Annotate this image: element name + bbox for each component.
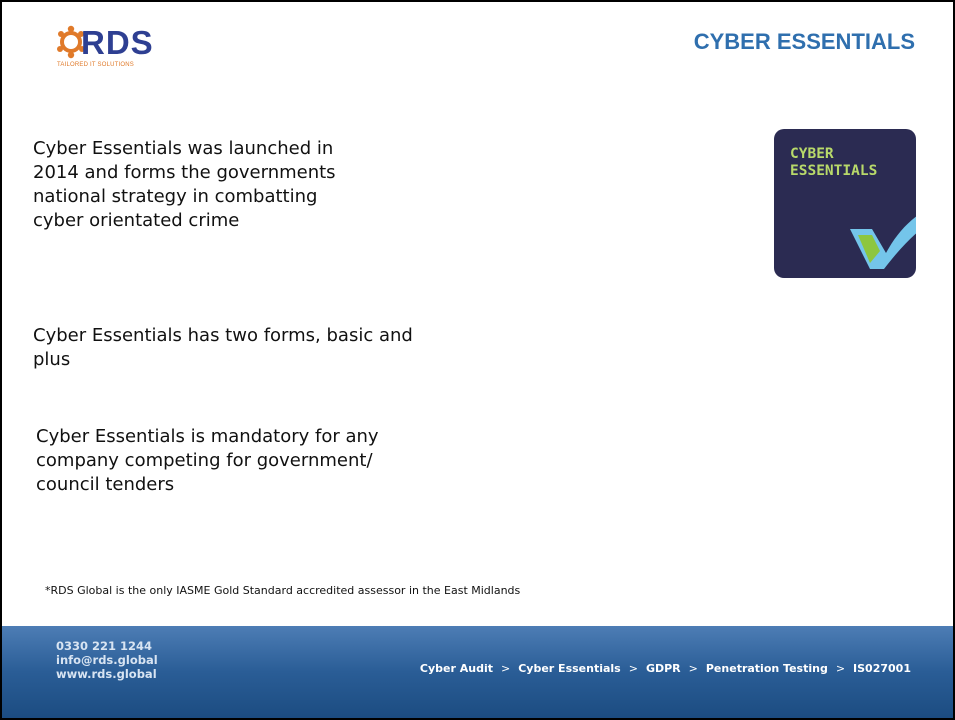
footnote: *RDS Global is the only IASME Gold Stand… [45, 584, 521, 597]
services-breadcrumb: Cyber Audit > Cyber Essentials > GDPR > … [420, 662, 911, 675]
badge-line-1: CYBER [790, 146, 834, 162]
paragraph-launch: Cyber Essentials was launched in 2014 an… [33, 138, 336, 231]
footer-bar: 0330 221 1244 info@rds.global www.rds.gl… [2, 626, 953, 718]
badge-line-2: ESSENTIALS [790, 163, 877, 179]
service-cyber-essentials[interactable]: Cyber Essentials [518, 662, 621, 675]
page-title: CYBER ESSENTIALS [693, 29, 915, 54]
breadcrumb-separator: > [688, 662, 698, 675]
service-cyber-audit[interactable]: Cyber Audit [420, 662, 493, 675]
slide: RDS TAILORED IT SOLUTIONS CYBER ESSENTIA… [0, 0, 955, 720]
paragraph-forms: Cyber Essentials has two forms, basic an… [33, 325, 413, 370]
rds-logo: RDS TAILORED IT SOLUTIONS [54, 22, 194, 70]
logo-wordmark: RDS [81, 24, 154, 61]
contact-phone: 0330 221 1244 [56, 639, 153, 653]
contact-block: 0330 221 1244 info@rds.global www.rds.gl… [56, 639, 158, 681]
breadcrumb-separator: > [501, 662, 511, 675]
cyber-essentials-badge: CYBER ESSENTIALS [774, 129, 916, 278]
contact-email: info@rds.global [56, 653, 158, 667]
service-gdpr[interactable]: GDPR [646, 662, 681, 675]
breadcrumb-separator: > [628, 662, 638, 675]
logo-tagline: TAILORED IT SOLUTIONS [57, 62, 134, 68]
paragraph-mandatory: Cyber Essentials is mandatory for any co… [36, 426, 379, 495]
service-is027001[interactable]: IS027001 [853, 662, 911, 675]
service-penetration-testing[interactable]: Penetration Testing [706, 662, 828, 675]
breadcrumb-separator: > [835, 662, 846, 675]
contact-website: www.rds.global [56, 667, 157, 681]
